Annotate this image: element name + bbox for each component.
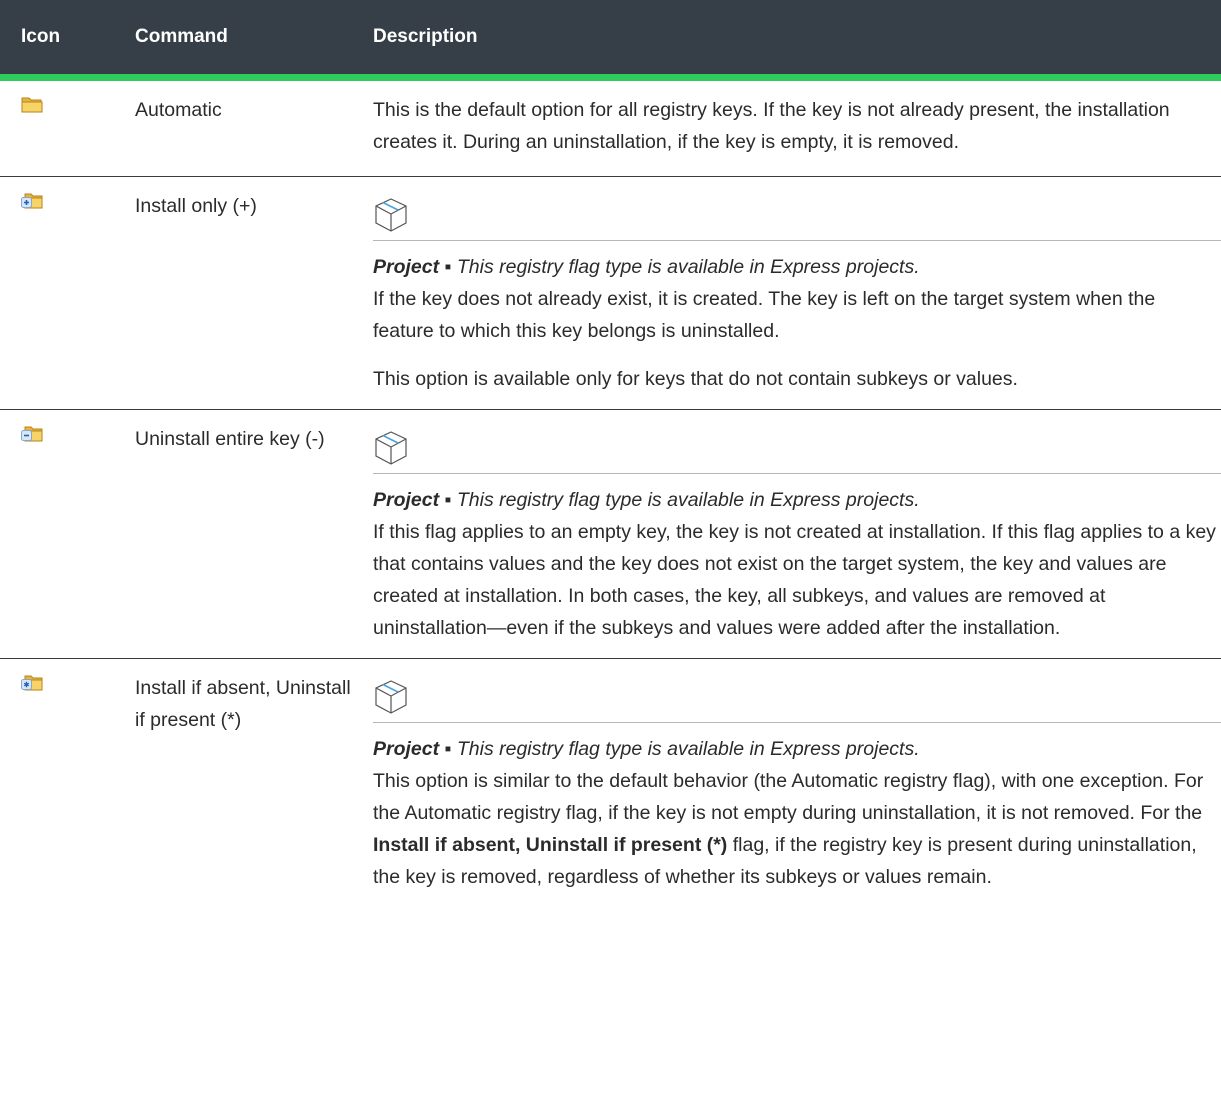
note-text: This registry flag type is available in … [456, 489, 920, 511]
note-block: Project ▪ This registry flag type is ava… [373, 190, 1221, 283]
inline-flag-name: Install if absent, Uninstall if present … [373, 834, 728, 856]
note-label: Project [373, 489, 440, 511]
note-text: This registry flag type is available in … [456, 256, 920, 278]
folder-minus-icon [21, 426, 43, 442]
command-cell: Uninstall entire key (-) [135, 428, 325, 450]
table-row: Uninstall entire key (-) Project ▪ This … [0, 410, 1221, 659]
table-row: Install if absent, Uninstall if present … [0, 659, 1221, 908]
box-icon [375, 198, 407, 232]
note-block: Project ▪ This registry flag type is ava… [373, 423, 1221, 516]
table-row: Automatic This is the default option for… [0, 78, 1221, 177]
table-header-row: Icon Command Description [0, 0, 1221, 81]
note-bullet: ▪ [439, 489, 457, 511]
note-bullet: ▪ [439, 738, 457, 760]
description-text: This option is similar to the default be… [373, 770, 1204, 888]
header-description: Description [366, 0, 1221, 81]
note-bullet: ▪ [439, 256, 457, 278]
header-command: Command [127, 0, 366, 81]
description-text: If the key does not already exist, it is… [373, 288, 1156, 342]
description-text: This option is available only for keys t… [373, 368, 1018, 390]
folder-plus-icon [21, 193, 43, 209]
note-label: Project [373, 738, 440, 760]
command-cell: Automatic [135, 99, 222, 121]
command-cell: Install if absent, Uninstall if present … [135, 677, 351, 731]
description-text: This is the default option for all regis… [373, 99, 1170, 153]
registry-flags-table: Icon Command Description Automatic This … [0, 0, 1221, 907]
box-icon [375, 680, 407, 714]
header-icon: Icon [0, 0, 127, 81]
description-text: If this flag applies to an empty key, th… [373, 521, 1216, 639]
table-row: Install only (+) Project ▪ This registry… [0, 177, 1221, 410]
note-label: Project [373, 256, 440, 278]
folder-icon [21, 97, 43, 113]
folder-asterisk-icon [21, 675, 43, 691]
command-cell: Install only (+) [135, 195, 257, 217]
box-icon [375, 431, 407, 465]
note-block: Project ▪ This registry flag type is ava… [373, 672, 1221, 765]
note-text: This registry flag type is available in … [456, 738, 920, 760]
